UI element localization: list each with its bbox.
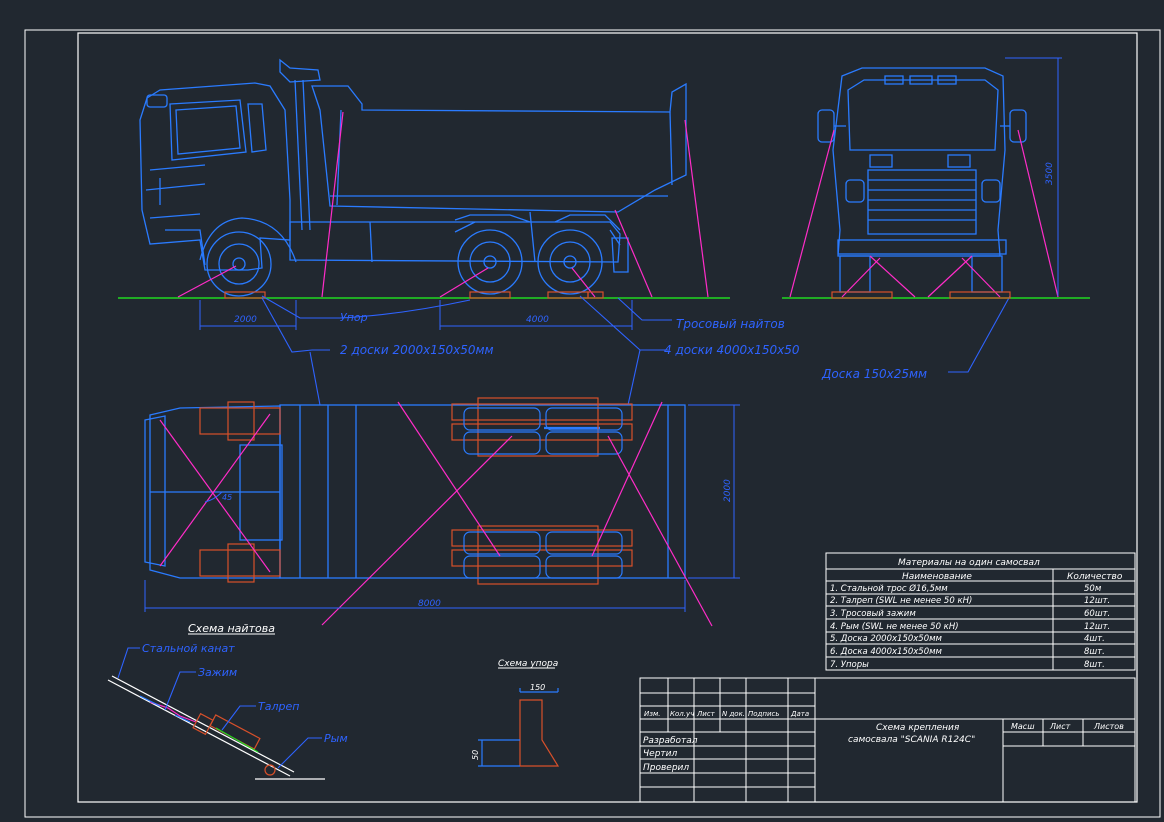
material-name: 5. Доска 2000х150х50мм [830,634,943,644]
stamp-sheets: Листов [1093,722,1124,731]
dim-stop-height: 50 [471,750,480,760]
callout-clamp: Зажим [198,666,237,679]
callout-board-front: Доска 150х25мм [821,367,927,381]
callout-boards-2: 2 доски 2000х150х50мм [340,343,494,357]
stamp-header: Изм. [644,710,660,718]
material-qty: 4шт. [1084,634,1105,644]
material-qty: 12шт. [1084,622,1110,632]
plan-lashings [159,401,713,627]
material-name: 6. Доска 4000х150х50мм [830,647,943,657]
material-name: 3. Тросовый зажим [830,609,916,619]
stamp-header: Лист [696,710,716,718]
stamp-headers: Изм. Кол.уч Лист N док. Подпись Дата [644,710,809,718]
material-qty: 50м [1084,584,1102,594]
dim-side-right: 4000 [526,315,549,325]
side-dimensions [199,300,633,330]
callout-stop: Упор [340,311,368,324]
front-blocks [831,291,1011,299]
plan-view [144,404,686,579]
drawing-canvas: 2000 4000 Упор Тросовый найтов 2 доски 2… [24,29,1161,818]
material-qty: 8шт. [1084,647,1105,657]
stamp-sheet: Лист [1049,722,1071,731]
plan-dimensions [144,404,740,612]
callout-boards-4: 4 доски 4000х150х50 [664,343,800,357]
material-name: 7. Упоры [830,660,869,670]
callout-turnbuckle: Талреп [258,700,299,713]
front-cab [832,67,1006,257]
side-view [118,58,730,299]
stamp-header: N док. [722,710,745,718]
stamp-header: Дата [790,710,809,718]
stamp-header: Кол.уч [670,710,694,718]
stamp-title-line2: самосвала "SCANIA R124C" [848,735,975,745]
dim-plan-width: 2000 [723,479,733,502]
callout-hook: Рым [324,732,348,745]
stamp-drew: Чертил [643,749,678,759]
materials-title: Материалы на один самосвал [898,558,1040,568]
stamp-developed: Разработал [643,736,698,746]
lashing-detail [107,675,325,780]
callout-cable-lashing: Тросовый найтов [676,317,785,331]
lashing-scheme-title: Схема найтова [188,622,275,635]
plan-body [279,404,686,579]
stamp-title-line1: Схема крепления [876,723,960,733]
materials-col-qty: Количество [1067,572,1123,582]
stamp-scale: Масш [1011,722,1035,731]
stamp-checked: Проверил [643,763,689,773]
material-name: 1. Стальной трос Ø16,5мм [830,583,948,594]
material-qty: 12шт. [1084,596,1110,606]
dim-plan-length: 8000 [418,599,441,609]
material-qty: 60шт. [1084,609,1110,619]
material-name: 4. Рым (SWL не менее 50 кН) [830,622,959,632]
side-blocks [224,291,604,299]
dim-stop-width: 150 [530,683,545,692]
materials-col-name: Наименование [902,572,972,582]
callout-steel-cable: Стальной канат [142,642,235,655]
front-view [782,67,1090,299]
stop-detail [478,688,560,767]
stamp-header: Подпись [748,710,780,718]
dim-side-left: 2000 [234,315,257,325]
dim-plan-angle: 45 [222,493,232,502]
front-lashings [789,129,1059,298]
dump-body [311,82,687,213]
material-qty: 8шт. [1084,660,1105,670]
material-name: 2. Талреп (SWL не менее 50 кН) [830,596,972,606]
dim-front-height: 3500 [1045,162,1055,185]
